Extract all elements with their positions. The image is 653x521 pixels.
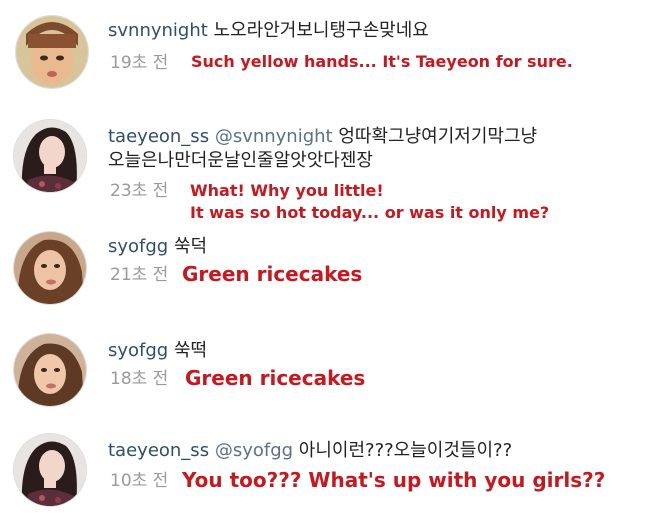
comment-header: taeyeon_ss @syofgg 아니이런???오늘이것들이?? <box>108 440 512 462</box>
comment-translation: What! Why you little! <box>190 181 384 200</box>
comment-text: 아니이런???오늘이것들이?? <box>298 440 513 461</box>
comment-text-continued: 오늘은나만더운날인줄알앗앗다젠장 <box>108 150 373 171</box>
comment-translation: Such yellow hands... It's Taeyeon for su… <box>191 52 573 71</box>
mention-link[interactable]: @syofgg <box>215 440 293 461</box>
comment-timestamp: 21초 전 <box>110 265 169 285</box>
avatar[interactable] <box>14 120 86 192</box>
comment-timestamp: 10초 전 <box>110 471 169 491</box>
username-link[interactable]: syofgg <box>108 340 168 361</box>
comment-item: syofgg 쑥떡 18초 전 Green ricecakes <box>0 320 653 420</box>
comment-text: 쑥덕 <box>173 236 208 257</box>
avatar[interactable] <box>14 232 86 304</box>
comment-header: syofgg 쑥떡 <box>108 340 207 362</box>
comment-text: 노오라안거보니탱구손맞네요 <box>213 20 429 41</box>
comment-header: syofgg 쑥덕 <box>108 236 207 258</box>
username-link[interactable]: taeyeon_ss <box>108 440 209 461</box>
comment-text: 엉따확그냥여기저기막그냥 <box>338 126 538 147</box>
comment-item: taeyeon_ss @syofgg 아니이런???오늘이것들이?? 10초 전… <box>0 420 653 521</box>
comment-timestamp: 18초 전 <box>110 369 169 389</box>
avatar[interactable] <box>16 16 88 88</box>
comment-timestamp: 19초 전 <box>110 53 169 73</box>
username-link[interactable]: svnnynight <box>108 20 208 41</box>
avatar[interactable] <box>14 334 86 406</box>
username-link[interactable]: syofgg <box>108 236 168 257</box>
comment-item: taeyeon_ss @svnnynight 엉따확그냥여기저기막그냥 오늘은나… <box>0 110 653 230</box>
username-link[interactable]: taeyeon_ss <box>108 126 209 147</box>
comment-header: taeyeon_ss @svnnynight 엉따확그냥여기저기막그냥 <box>108 126 537 148</box>
comment-item: svnnynight 노오라안거보니탱구손맞네요 19초 전 Such yell… <box>0 0 653 100</box>
comment-header: svnnynight 노오라안거보니탱구손맞네요 <box>108 20 429 42</box>
mention-link[interactable]: @svnnynight <box>215 126 333 147</box>
comment-translation: Green ricecakes <box>182 262 363 286</box>
comment-item: syofgg 쑥덕 21초 전 Green ricecakes <box>0 220 653 320</box>
avatar[interactable] <box>14 434 86 506</box>
comment-text: 쑥떡 <box>173 340 208 361</box>
comment-translation: You too??? What's up with you girls?? <box>182 468 606 492</box>
comment-timestamp: 23초 전 <box>110 181 169 201</box>
comment-translation: Green ricecakes <box>185 366 366 390</box>
